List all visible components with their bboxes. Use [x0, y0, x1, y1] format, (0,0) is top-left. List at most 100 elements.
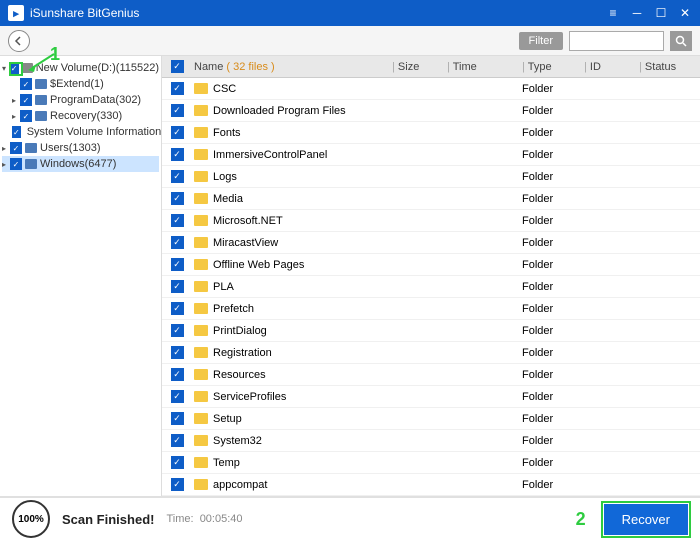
file-row[interactable]: ✓SetupFolder [162, 408, 700, 430]
close-icon[interactable]: ✕ [678, 6, 692, 20]
row-checkbox[interactable]: ✓ [171, 258, 184, 271]
folder-icon [194, 369, 208, 380]
chevron-icon[interactable]: ▸ [12, 96, 20, 105]
file-row[interactable]: ✓TempFolder [162, 452, 700, 474]
file-row[interactable]: ✓ServiceProfilesFolder [162, 386, 700, 408]
folder-tree: ▾✓New Volume(D:)(115522)✓$Extend(1)▸✓Pro… [0, 56, 162, 496]
row-checkbox[interactable]: ✓ [171, 434, 184, 447]
file-row[interactable]: ✓Microsoft.NETFolder [162, 210, 700, 232]
row-checkbox[interactable]: ✓ [171, 456, 184, 469]
file-type: Folder [522, 281, 584, 293]
col-id[interactable]: ID [590, 61, 601, 73]
tree-checkbox[interactable]: ✓ [20, 110, 32, 122]
file-row[interactable]: ✓ Logs Folder [162, 166, 700, 188]
file-row[interactable]: ✓MiracastViewFolder [162, 232, 700, 254]
row-checkbox[interactable]: ✓ [171, 390, 184, 403]
row-checkbox[interactable]: ✓ [171, 302, 184, 315]
file-name: appcompat [213, 479, 267, 491]
search-input[interactable] [569, 31, 664, 51]
tree-label: System Volume Information(8) [27, 126, 162, 138]
file-row[interactable]: ✓Downloaded Program FilesFolder [162, 100, 700, 122]
file-row[interactable]: ✓CSCFolder [162, 78, 700, 100]
file-row[interactable]: ✓ImmersiveControlPanelFolder [162, 144, 700, 166]
col-type[interactable]: Type [528, 61, 552, 73]
folder-icon [194, 479, 208, 490]
file-name: Setup [213, 413, 242, 425]
col-size[interactable]: Size [398, 61, 419, 73]
file-name: PrintDialog [213, 325, 267, 337]
file-name: Logs [213, 171, 237, 183]
file-row[interactable]: ✓MediaFolder [162, 188, 700, 210]
row-checkbox[interactable]: ✓ [171, 368, 184, 381]
row-checkbox[interactable]: ✓ [171, 82, 184, 95]
file-row[interactable]: ✓FontsFolder [162, 122, 700, 144]
tree-checkbox[interactable]: ✓ [10, 158, 22, 170]
search-button[interactable] [670, 31, 692, 51]
tree-checkbox[interactable]: ✓ [20, 78, 32, 90]
folder-icon [25, 143, 37, 153]
chevron-icon[interactable]: ▸ [2, 160, 10, 169]
annotation-arrow-icon [28, 52, 58, 72]
file-name: Microsoft.NET [213, 215, 283, 227]
row-checkbox[interactable]: ✓ [171, 170, 184, 183]
file-row[interactable]: ✓PLAFolder [162, 276, 700, 298]
recover-button[interactable]: Recover [604, 504, 688, 535]
file-row[interactable]: ✓System32Folder [162, 430, 700, 452]
folder-icon [194, 237, 208, 248]
tree-item[interactable]: ▾✓New Volume(D:)(115522) [2, 60, 159, 76]
back-button[interactable] [8, 30, 30, 52]
row-checkbox[interactable]: ✓ [171, 126, 184, 139]
tree-label: ProgramData(302) [50, 94, 141, 106]
row-checkbox[interactable]: ✓ [171, 346, 184, 359]
folder-icon [194, 347, 208, 358]
tree-item[interactable]: ▸✓ ProgramData(302) [2, 92, 159, 108]
folder-icon [194, 83, 208, 94]
row-checkbox[interactable]: ✓ [171, 236, 184, 249]
row-checkbox[interactable]: ✓ [171, 192, 184, 205]
file-type: Folder [522, 479, 584, 491]
col-time[interactable]: Time [453, 61, 477, 73]
tree-label: $Extend(1) [50, 78, 104, 90]
tree-checkbox[interactable]: ✓ [12, 126, 21, 138]
col-name[interactable]: Name [194, 61, 223, 73]
select-all-checkbox[interactable]: ✓ [171, 60, 184, 73]
tree-label: Recovery(330) [50, 110, 122, 122]
file-type: Folder [522, 303, 584, 315]
row-checkbox[interactable]: ✓ [171, 104, 184, 117]
maximize-icon[interactable]: ☐ [654, 6, 668, 20]
menu-icon[interactable]: ≡ [606, 6, 620, 20]
file-row[interactable]: ✓RegistrationFolder [162, 342, 700, 364]
file-row[interactable]: ✓ appcompat Folder [162, 474, 700, 496]
tree-item[interactable]: ▸✓ Recovery(330) [2, 108, 159, 124]
file-row[interactable]: ✓PrintDialogFolder [162, 320, 700, 342]
folder-icon [194, 303, 208, 314]
file-name: Fonts [213, 127, 241, 139]
file-row[interactable]: ✓PrefetchFolder [162, 298, 700, 320]
file-type: Folder [522, 171, 584, 183]
minimize-icon[interactable]: ─ [630, 6, 644, 20]
chevron-icon[interactable]: ▾ [2, 64, 9, 73]
row-checkbox[interactable]: ✓ [171, 148, 184, 161]
tree-checkbox[interactable]: ✓ [10, 142, 22, 154]
col-status[interactable]: Status [645, 61, 676, 73]
row-checkbox[interactable]: ✓ [171, 478, 184, 491]
file-list-body[interactable]: ✓CSCFolder✓Downloaded Program FilesFolde… [162, 78, 700, 496]
file-row[interactable]: ✓Offline Web PagesFolder [162, 254, 700, 276]
folder-icon [194, 413, 208, 424]
row-checkbox[interactable]: ✓ [171, 412, 184, 425]
tree-checkbox[interactable]: ✓ [20, 94, 32, 106]
scan-status: Scan Finished! [62, 512, 154, 527]
row-checkbox[interactable]: ✓ [171, 214, 184, 227]
row-checkbox[interactable]: ✓ [171, 324, 184, 337]
annotation-highlight-1 [9, 62, 23, 76]
tree-item[interactable]: ▸✓Windows(6477) [2, 156, 159, 172]
tree-item[interactable]: ▸✓Users(1303) [2, 140, 159, 156]
chevron-icon[interactable]: ▸ [12, 112, 20, 121]
filter-button[interactable]: Filter [519, 32, 563, 50]
tree-item[interactable]: ✓ $Extend(1) [2, 76, 159, 92]
file-row[interactable]: ✓ResourcesFolder [162, 364, 700, 386]
folder-icon [35, 79, 47, 89]
row-checkbox[interactable]: ✓ [171, 280, 184, 293]
tree-item[interactable]: ✓ System Volume Information(8) [2, 124, 159, 140]
chevron-icon[interactable]: ▸ [2, 144, 10, 153]
